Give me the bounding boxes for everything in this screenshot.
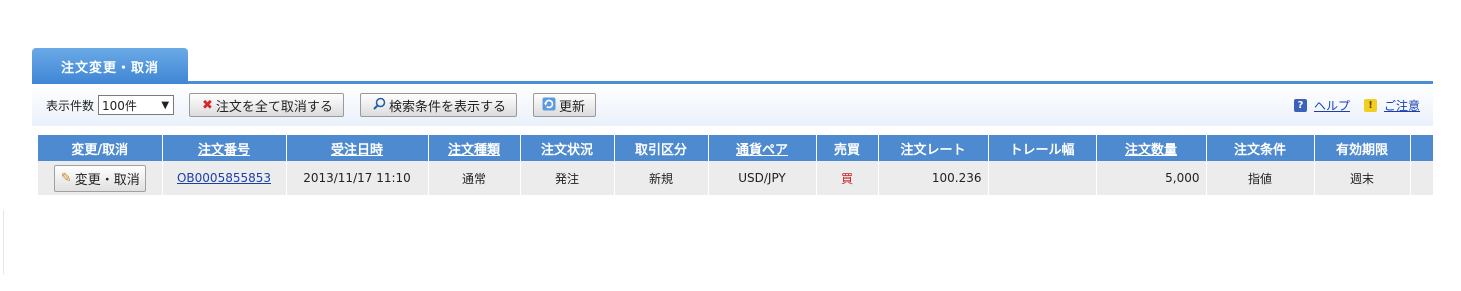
col-header-side: 売買 [816, 135, 879, 161]
help-link-label: ヘルプ [1313, 98, 1350, 113]
cell-quantity: 5,000 [1096, 161, 1207, 195]
order-panel: 注文変更・取消 表示件数 100件 ▼ ✖ 注文を全て取消する 検索条件を表示す… [32, 46, 1434, 195]
sort-received-at-label: 受注日時 [330, 142, 383, 158]
sort-pair-label: 通貨ペア [735, 142, 788, 158]
warning-icon: ! [1363, 98, 1377, 112]
tab-order-change-cancel[interactable]: 注文変更・取消 [32, 48, 188, 84]
table-row: ✎ 変更・取消 OB0005855853 2013/11/17 11:10 通常… [38, 161, 1434, 195]
refresh-label: 更新 [558, 99, 585, 115]
cell-side: 買 [816, 161, 879, 195]
col-header-trail: トレール幅 [988, 135, 1097, 161]
cell-rate: 100.236 [878, 161, 989, 195]
cell-order-type: 通常 [428, 161, 521, 195]
orders-table: 変更/取消 注文番号 受注日時 注文種類 注文状況 取引区分 通貨ペア 売買 注… [38, 135, 1434, 195]
cell-condition: 指値 [1206, 161, 1315, 195]
edit-cancel-button[interactable]: ✎ 変更・取消 [53, 164, 146, 192]
cell-extra [1410, 161, 1434, 195]
order-number-link[interactable]: OB0005855853 [177, 171, 271, 185]
magnifier-icon [373, 97, 386, 113]
display-count-value: 100件 [102, 98, 137, 113]
cell-trade-class: 新規 [614, 161, 709, 195]
col-header-extra [1410, 135, 1434, 161]
table-header-row: 変更/取消 注文番号 受注日時 注文種類 注文状況 取引区分 通貨ペア 売買 注… [38, 135, 1434, 161]
col-header-quantity[interactable]: 注文数量 [1096, 135, 1207, 161]
col-header-action: 変更/取消 [38, 135, 163, 161]
page-edge-divider [3, 210, 4, 274]
cell-trail [988, 161, 1097, 195]
toolbar-links: ? ヘルプ ! ご注意 [1280, 84, 1420, 126]
cell-expiry: 週末 [1314, 161, 1411, 195]
side-value: 買 [840, 171, 853, 186]
toolbar: 表示件数 100件 ▼ ✖ 注文を全て取消する 検索条件を表示する 更新 ? ヘ… [32, 84, 1433, 126]
cell-received-at: 2013/11/17 11:10 [286, 161, 429, 195]
chevron-down-icon: ▼ [161, 99, 170, 111]
sort-order-type-label: 注文種類 [447, 142, 500, 158]
cell-order-no: OB0005855853 [162, 161, 287, 195]
x-mark-icon: ✖ [202, 97, 213, 113]
cell-action: ✎ 変更・取消 [38, 161, 163, 195]
cancel-all-button[interactable]: ✖ 注文を全て取消する [189, 93, 344, 117]
cancel-all-label: 注文を全て取消する [215, 99, 333, 115]
show-search-button[interactable]: 検索条件を表示する [359, 93, 517, 117]
col-header-order-no[interactable]: 注文番号 [162, 135, 287, 161]
sort-order-no-label: 注文番号 [197, 142, 250, 158]
display-count-select[interactable]: 100件 ▼ [98, 95, 175, 115]
col-header-order-type[interactable]: 注文種類 [428, 135, 521, 161]
cell-status: 発注 [520, 161, 615, 195]
sort-quantity-label: 注文数量 [1124, 142, 1177, 158]
edit-cancel-label: 変更・取消 [74, 172, 140, 188]
help-link[interactable]: ? ヘルプ [1293, 97, 1350, 114]
tab-strip: 注文変更・取消 [32, 46, 1433, 84]
refresh-button[interactable]: 更新 [532, 93, 596, 117]
show-search-label: 検索条件を表示する [388, 99, 506, 115]
refresh-icon [542, 97, 556, 114]
caution-link[interactable]: ! ご注意 [1363, 97, 1420, 114]
col-header-pair[interactable]: 通貨ペア [708, 135, 817, 161]
col-header-status: 注文状況 [520, 135, 615, 161]
cell-pair: USD/JPY [708, 161, 817, 195]
display-count-label: 表示件数 [46, 98, 95, 113]
col-header-trade-class: 取引区分 [614, 135, 709, 161]
col-header-condition: 注文条件 [1206, 135, 1315, 161]
help-icon: ? [1293, 98, 1307, 112]
caution-link-label: ご注意 [1383, 98, 1420, 113]
col-header-expiry: 有効期限 [1314, 135, 1411, 161]
col-header-received-at[interactable]: 受注日時 [286, 135, 429, 161]
pencil-icon: ✎ [60, 170, 72, 186]
col-header-rate: 注文レート [878, 135, 989, 161]
